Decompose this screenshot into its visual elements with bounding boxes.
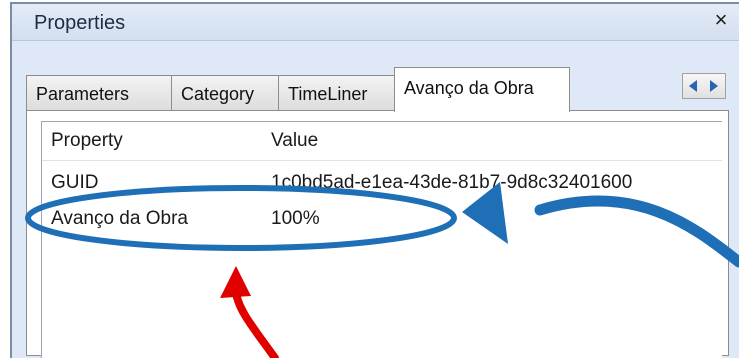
tab-label: TimeLiner	[288, 84, 368, 104]
property-name: Avanço da Obra	[51, 208, 188, 229]
tab-scroll-left-button[interactable]	[683, 74, 704, 98]
tab-strip: Parameters Category TimeLiner Avanço da …	[26, 67, 726, 112]
triangle-left-icon	[689, 80, 697, 92]
panel-title: Properties	[34, 12, 126, 34]
triangle-right-icon	[710, 80, 718, 92]
property-grid: Property Value GUID 1c0bd5ad-e1ea-43de-8…	[41, 121, 722, 358]
tab-label: Parameters	[36, 84, 130, 104]
grid-header: Property Value	[42, 122, 722, 161]
panel-titlebar: Properties ×	[12, 4, 739, 41]
tab-scroll-right-button[interactable]	[704, 74, 725, 98]
column-header-property[interactable]: Property	[51, 130, 123, 152]
table-row[interactable]: GUID 1c0bd5ad-e1ea-43de-81b7-9d8c3240160…	[42, 172, 722, 208]
tab-label: Category	[181, 84, 255, 104]
property-value: 1c0bd5ad-e1ea-43de-81b7-9d8c32401600	[271, 172, 633, 193]
tab-avanco-da-obra[interactable]: Avanço da Obra	[394, 67, 570, 112]
property-name: GUID	[51, 172, 99, 193]
property-value: 100%	[271, 208, 320, 229]
tab-scroll-arrows	[682, 73, 726, 99]
table-row[interactable]: Avanço da Obra 100%	[42, 208, 722, 244]
tab-content: Property Value GUID 1c0bd5ad-e1ea-43de-8…	[26, 110, 729, 358]
tab-parameters[interactable]: Parameters	[26, 75, 172, 111]
tab-label: Avanço da Obra	[404, 78, 534, 98]
tab-timeliner[interactable]: TimeLiner	[278, 75, 395, 111]
close-button[interactable]: ×	[709, 8, 733, 32]
column-header-value[interactable]: Value	[271, 130, 318, 152]
tab-category[interactable]: Category	[171, 75, 279, 111]
